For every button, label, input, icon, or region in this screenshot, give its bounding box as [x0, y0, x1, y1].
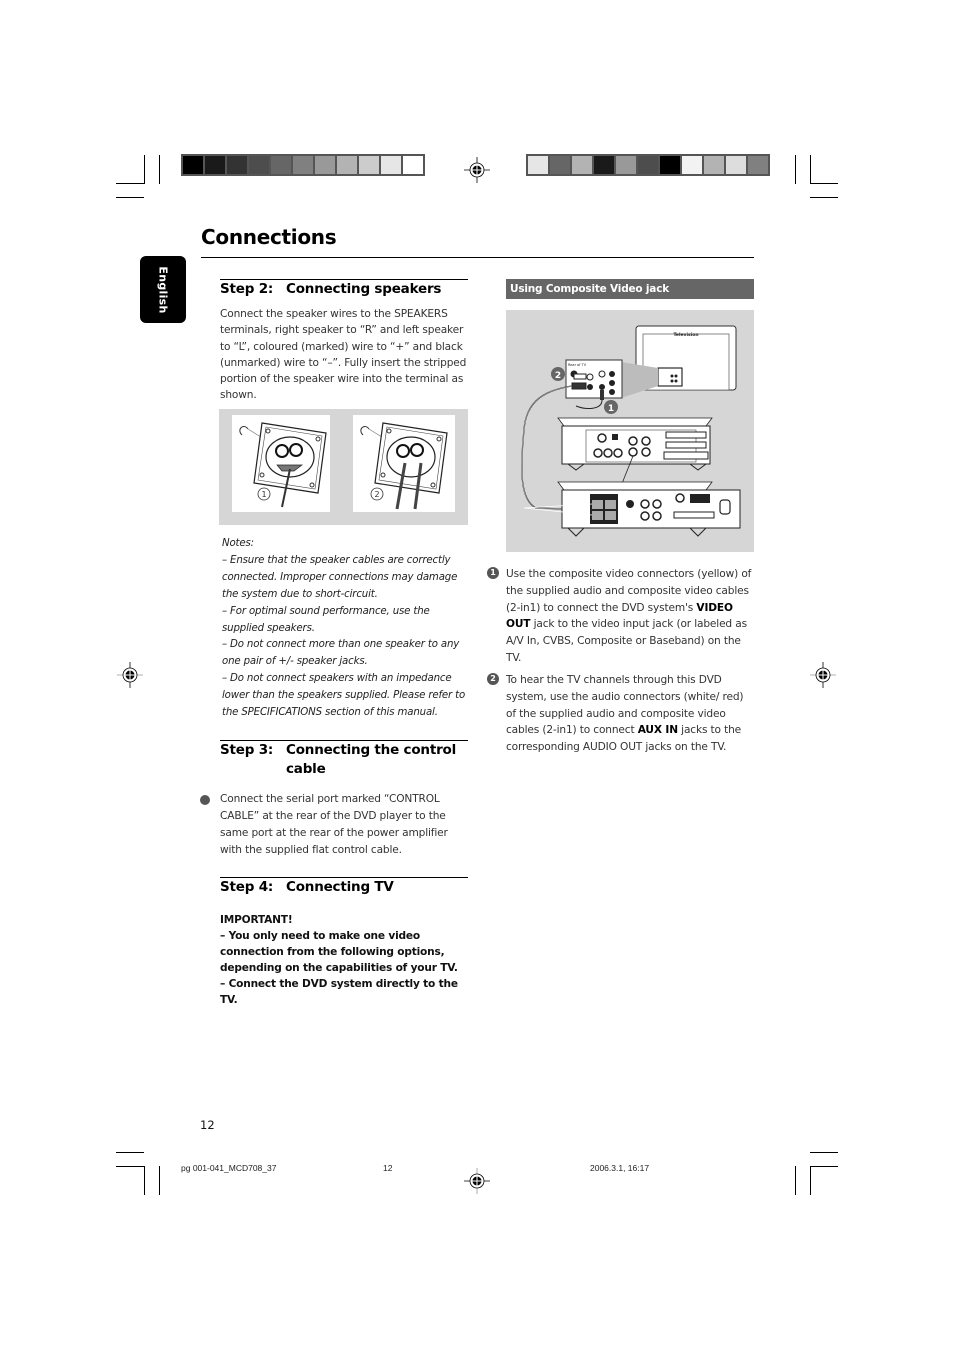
- color-swatch: [660, 156, 680, 174]
- color-swatch: [403, 156, 423, 174]
- step4-title: Connecting TV: [286, 879, 394, 895]
- notes-block: Notes: – Ensure that the speaker cables …: [222, 536, 470, 722]
- language-tab-label: English: [156, 265, 170, 314]
- step3-text: Connect the serial port marked “CONTROL …: [220, 793, 448, 856]
- registration-mark-icon: [464, 157, 490, 183]
- color-calibration-bar-right: [526, 154, 770, 176]
- crop-mark: [159, 1166, 160, 1195]
- item-text: jack to the video input jack (or labeled…: [506, 618, 747, 664]
- color-swatch: [726, 156, 746, 174]
- color-swatch: [249, 156, 269, 174]
- important-heading: IMPORTANT!: [220, 914, 293, 926]
- speaker-terminal-step1-image: 1: [232, 415, 330, 512]
- note-item: – Do not connect more than one speaker t…: [222, 639, 460, 668]
- color-swatch: [704, 156, 724, 174]
- note-item: – For optimal sound performance, use the…: [222, 605, 430, 634]
- figure-label-2: 2: [374, 490, 379, 499]
- note-item: – Ensure that the speaker cables are cor…: [222, 554, 458, 600]
- registration-mark-icon: [810, 662, 836, 688]
- important-notice: IMPORTANT! – You only need to make one v…: [220, 912, 470, 1008]
- crop-mark: [144, 155, 145, 184]
- step3-heading: Step 3: Connecting the control cable: [220, 741, 472, 779]
- composite-item-1-text: Use the composite video connectors (yell…: [506, 566, 756, 667]
- footer-timestamp: 2006.3.1, 16:17: [590, 1163, 650, 1173]
- color-swatch: [315, 156, 335, 174]
- title-divider: [201, 257, 754, 258]
- crop-mark: [810, 197, 838, 198]
- crop-mark: [810, 1152, 838, 1153]
- color-swatch: [682, 156, 702, 174]
- tv-label: Television: [673, 332, 698, 338]
- callout-2: 2: [555, 371, 561, 381]
- color-swatch: [748, 156, 768, 174]
- step3-title: Connecting the control cable: [286, 742, 457, 777]
- bullet-icon: [200, 795, 210, 805]
- step2-text: Connect the speaker wires to the SPEAKER…: [220, 308, 467, 402]
- tv-dvd-connection-illustration: Television Rear of TV 2 1: [521, 325, 741, 537]
- color-swatch: [271, 156, 291, 174]
- crop-mark: [116, 183, 144, 184]
- color-calibration-bar-left: [181, 154, 425, 176]
- color-swatch: [359, 156, 379, 174]
- crop-mark: [810, 155, 811, 184]
- registration-mark-icon: [117, 662, 143, 688]
- crop-mark: [116, 1152, 144, 1153]
- registration-mark-icon: [464, 1168, 490, 1194]
- crop-mark: [159, 155, 160, 184]
- color-swatch: [616, 156, 636, 174]
- important-line: – You only need to make one video connec…: [220, 930, 458, 974]
- crop-mark: [810, 1166, 838, 1167]
- crop-mark: [810, 1166, 811, 1195]
- step4-number: Step 4:: [220, 879, 274, 895]
- figure-label-1: 1: [261, 490, 266, 499]
- step-number-badge: 1: [487, 567, 499, 579]
- speaker-terminal-icon: 1: [239, 422, 327, 508]
- dvd-player-rear-icon: [557, 417, 713, 471]
- step4-heading: Step 4: Connecting TV: [220, 878, 470, 897]
- color-swatch: [293, 156, 313, 174]
- crop-mark: [116, 1166, 144, 1167]
- step-number-badge: 2: [487, 673, 499, 685]
- composite-connection-diagram: Television Rear of TV 2 1: [506, 310, 754, 552]
- crop-mark: [144, 1166, 145, 1195]
- color-swatch: [183, 156, 203, 174]
- color-swatch: [381, 156, 401, 174]
- crop-mark: [795, 155, 796, 184]
- aux-in-label: AUX IN: [637, 724, 678, 737]
- crop-mark: [116, 197, 144, 198]
- color-swatch: [528, 156, 548, 174]
- color-swatch: [227, 156, 247, 174]
- note-item: – Do not connect speakers with an impeda…: [222, 673, 466, 719]
- step2-title: Connecting speakers: [286, 281, 442, 297]
- speaker-terminal-icon: 2: [360, 422, 448, 510]
- step2-heading: Step 2: Connecting speakers: [220, 280, 470, 299]
- tv-rear-panel-icon: Rear of TV: [565, 359, 623, 400]
- amplifier-rear-icon: [557, 481, 741, 537]
- color-swatch: [572, 156, 592, 174]
- crop-mark: [810, 183, 838, 184]
- important-line: – Connect the DVD system directly to the…: [220, 978, 458, 1006]
- color-swatch: [205, 156, 225, 174]
- step2-number: Step 2:: [220, 281, 274, 297]
- footer-page: 12: [383, 1163, 393, 1173]
- composite-item-2-text: To hear the TV channels through this DVD…: [506, 672, 756, 756]
- color-swatch: [638, 156, 658, 174]
- page-title: Connections: [201, 225, 337, 249]
- rear-of-tv-label: Rear of TV: [568, 363, 587, 367]
- step3-number: Step 3:: [220, 742, 274, 758]
- color-swatch: [594, 156, 614, 174]
- notes-heading: Notes:: [222, 538, 254, 549]
- speaker-terminal-step2-image: 2: [353, 415, 455, 512]
- page-number: 12: [200, 1118, 215, 1132]
- composite-video-header: Using Composite Video jack: [506, 279, 754, 299]
- color-swatch: [550, 156, 570, 174]
- callout-1: 1: [608, 404, 614, 414]
- language-tab: English: [140, 256, 186, 323]
- color-swatch: [337, 156, 357, 174]
- crop-mark: [795, 1166, 796, 1195]
- footer-filename: pg 001-041_MCD708_37: [181, 1163, 277, 1173]
